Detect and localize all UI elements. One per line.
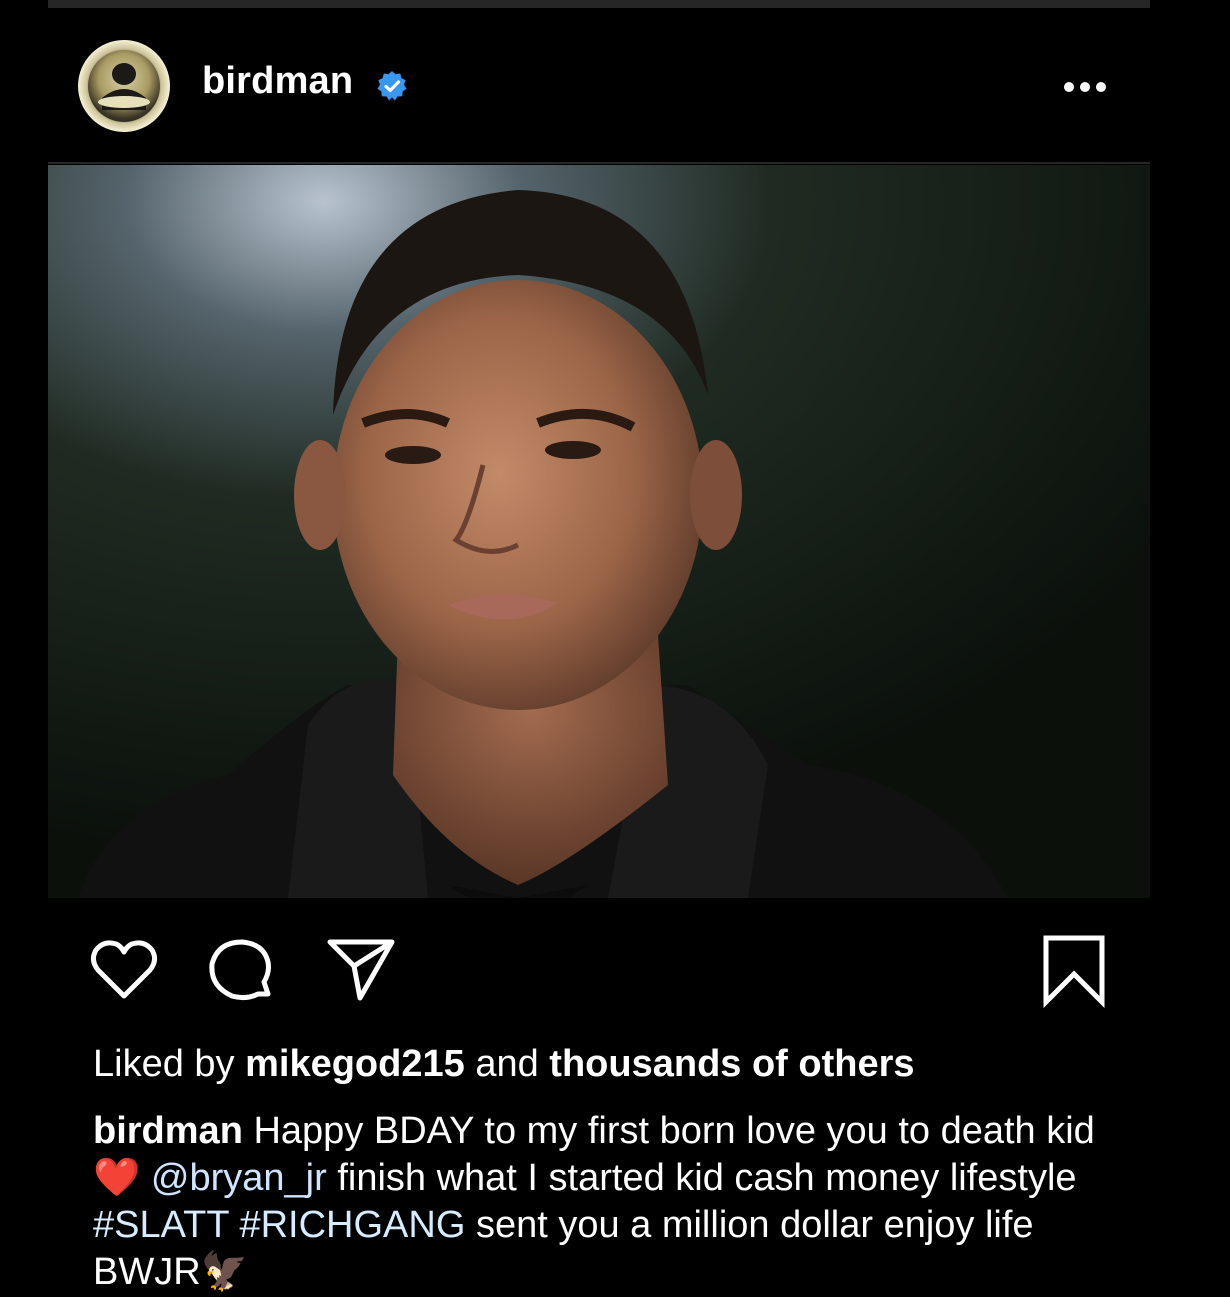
- header-divider: [48, 162, 1150, 164]
- post-header: birdman: [48, 8, 1150, 163]
- post-caption: birdman Happy BDAY to my first born love…: [93, 1108, 1133, 1296]
- avatar[interactable]: [78, 40, 170, 132]
- likes-prefix: Liked by: [93, 1043, 235, 1085]
- verified-badge-icon: [377, 71, 407, 101]
- top-divider: [48, 0, 1150, 8]
- post-actions: [48, 918, 1150, 1028]
- likes-others[interactable]: thousands of others: [549, 1043, 914, 1085]
- liked-by-user[interactable]: mikegod215: [245, 1043, 465, 1085]
- post-photo[interactable]: [48, 165, 1150, 898]
- caption-text: Happy BDAY to my first born love you to …: [253, 1110, 1095, 1152]
- post-username[interactable]: birdman: [202, 60, 353, 103]
- heart-icon[interactable]: [88, 938, 160, 1002]
- caption-text: finish what I started kid cash money lif…: [337, 1157, 1077, 1199]
- likes-middle: and: [475, 1043, 539, 1085]
- hashtag-link[interactable]: #SLATT: [93, 1204, 229, 1246]
- heart-emoji: ❤️: [93, 1157, 141, 1199]
- caption-author[interactable]: birdman: [93, 1110, 243, 1152]
- likes-summary[interactable]: Liked by mikegod215 and thousands of oth…: [93, 1040, 915, 1088]
- paper-plane-icon[interactable]: [326, 936, 396, 1002]
- avatar-image: [88, 50, 160, 122]
- comment-icon[interactable]: [206, 936, 276, 1006]
- mention-link[interactable]: @bryan_jr: [151, 1157, 327, 1199]
- portrait-image: [48, 165, 1150, 898]
- eagle-emoji: 🦅: [200, 1251, 248, 1293]
- more-options-icon[interactable]: [1062, 80, 1108, 94]
- bookmark-icon[interactable]: [1042, 934, 1106, 1008]
- hashtag-link[interactable]: #RICHGANG: [239, 1204, 465, 1246]
